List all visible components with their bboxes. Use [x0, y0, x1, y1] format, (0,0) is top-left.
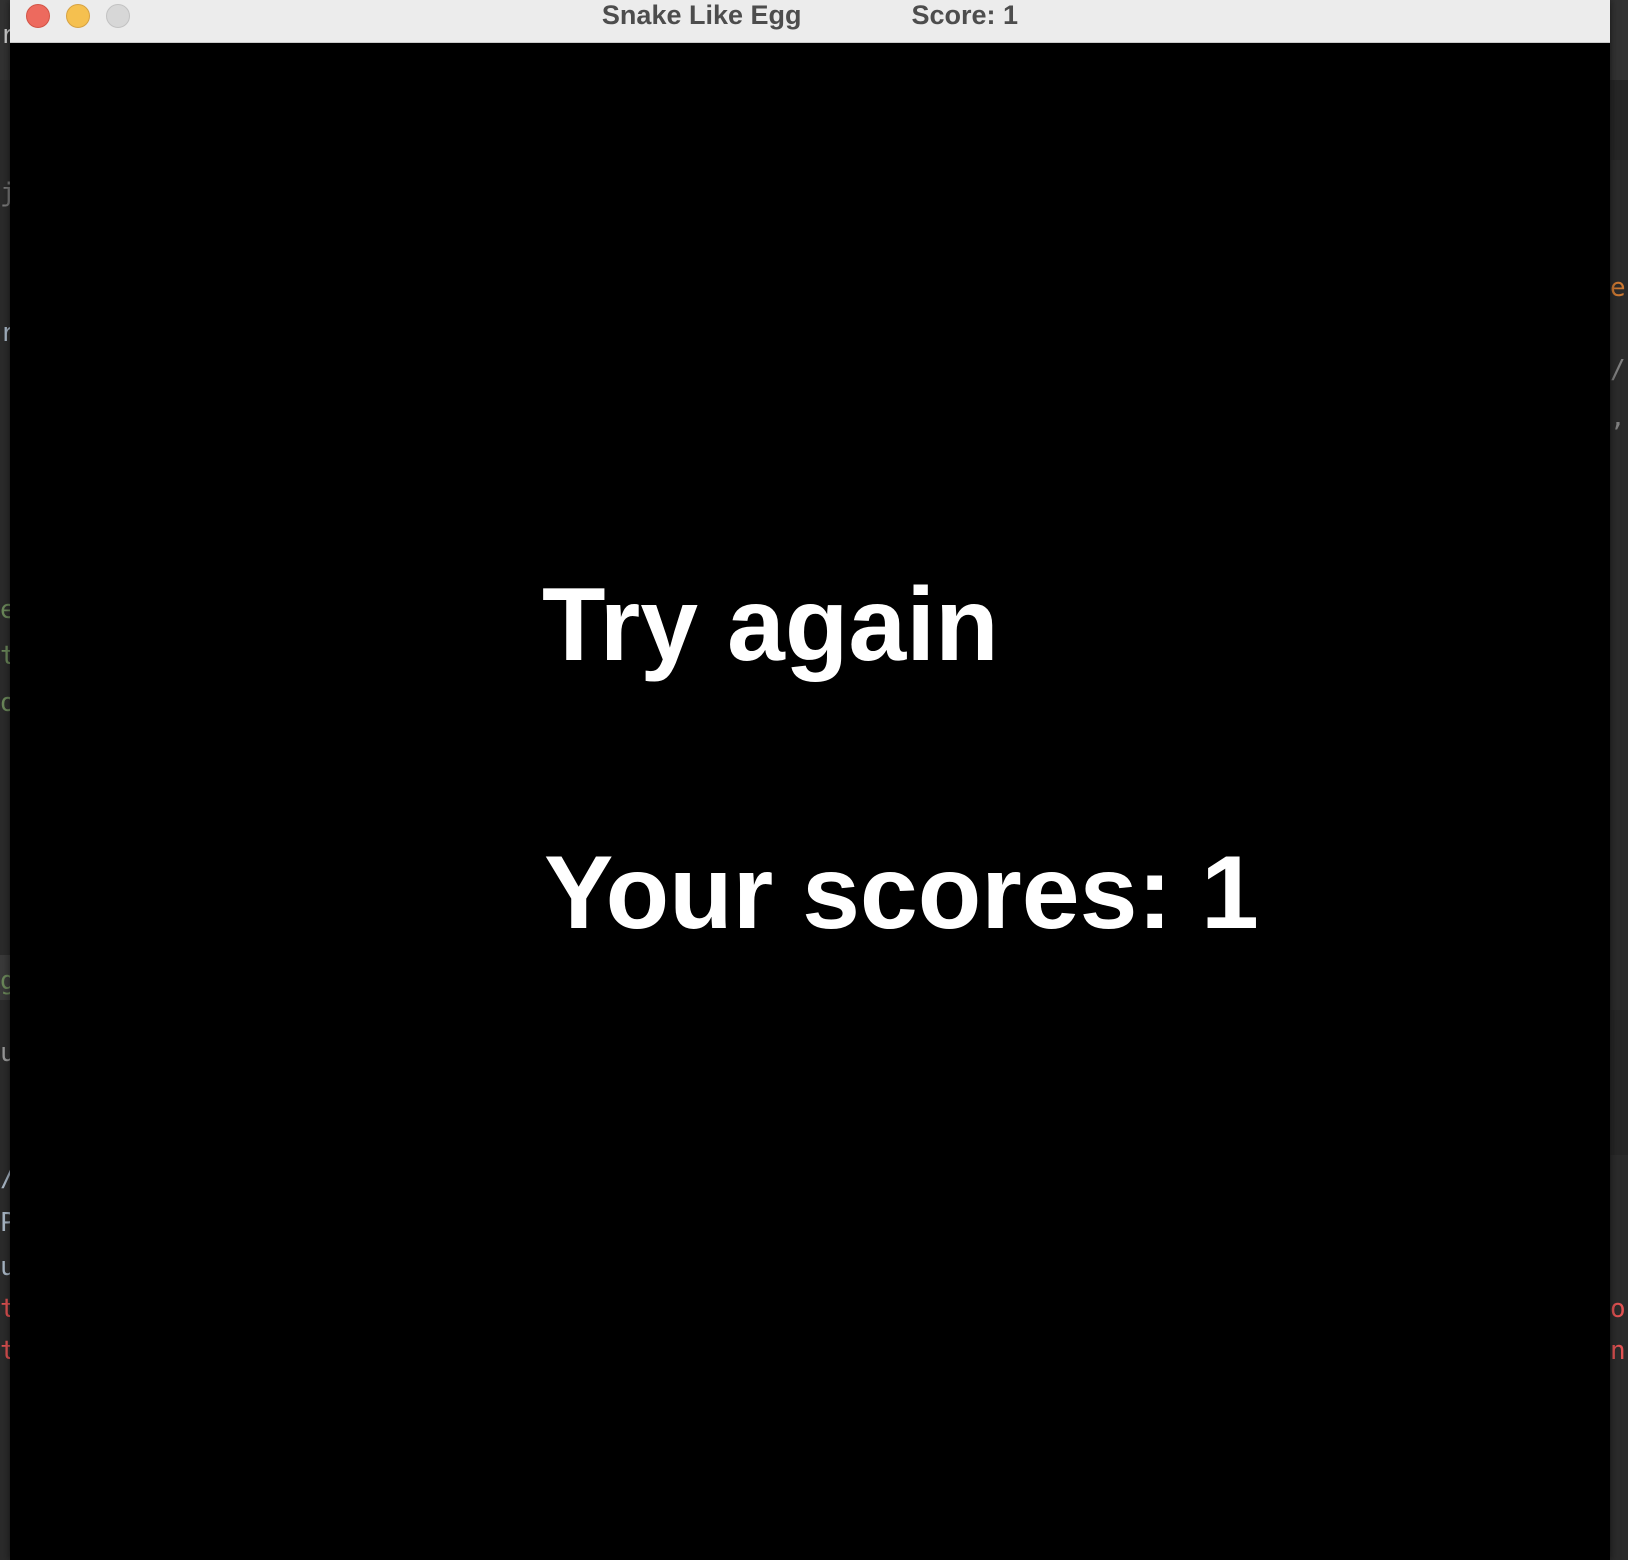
editor-tabbar [1610, 0, 1628, 80]
code-fragment: / [0, 1165, 10, 1191]
code-fragment: g [0, 966, 10, 996]
window-titlebar[interactable]: Snake Like Egg Score: 1 [10, 0, 1610, 43]
desktop: r je ra e t_ o g ug / P u t t e, /, , or… [0, 0, 1628, 1560]
code-fragment: /, [1610, 355, 1628, 385]
final-score-text: Your scores: 1 [544, 835, 1259, 951]
game-window: Snake Like Egg Score: 1 Try again Your sc… [10, 0, 1610, 1560]
code-fragment: o [0, 688, 10, 718]
game-canvas[interactable]: Try again Your scores: 1 [10, 43, 1610, 1560]
code-fragment: P [0, 1208, 10, 1238]
window-title-text: Snake Like Egg [601, 0, 802, 30]
code-fragment: t [0, 1294, 10, 1324]
code-fragment: je [0, 178, 10, 208]
code-fragment: e [0, 595, 10, 625]
code-fragment: t_ [0, 641, 10, 671]
code-fragment: nh [1610, 1336, 1628, 1366]
code-fragment: ug [0, 1038, 10, 1068]
background-editor-right: e, /, , or nh [1610, 0, 1628, 1560]
code-fragment: r [0, 20, 10, 50]
code-fragment: e, [1610, 273, 1628, 303]
background-editor-left: r je ra e t_ o g ug / P u t t [0, 0, 10, 1560]
code-fragment: t [0, 1336, 10, 1366]
editor-panel [1610, 1010, 1628, 1155]
window-score-label: Score: 1 [911, 0, 1019, 30]
game-over-message: Try again [542, 567, 999, 683]
editor-panel [1610, 80, 1628, 160]
window-title: Snake Like Egg Score: 1 [10, 0, 1610, 30]
code-fragment: u [0, 1252, 10, 1282]
code-fragment: ra [0, 318, 10, 348]
code-fragment: or [1610, 1294, 1628, 1324]
code-fragment: , [1610, 403, 1626, 433]
